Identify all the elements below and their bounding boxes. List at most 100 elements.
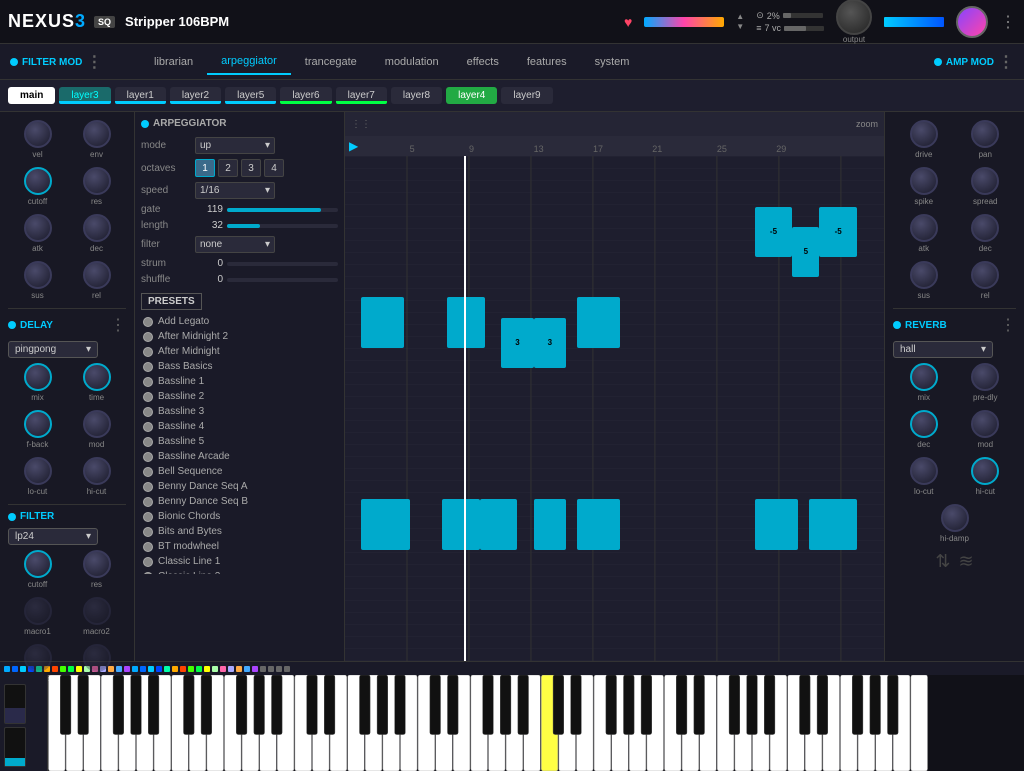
note-block-5[interactable] bbox=[577, 297, 620, 348]
layer-tab-layer1[interactable]: layer1 bbox=[115, 87, 166, 104]
piano-roll-grid[interactable]: 3 3 -5 5 -5 bbox=[345, 156, 884, 661]
note-block-1[interactable] bbox=[361, 297, 404, 348]
preset-item[interactable]: After Midnight 2 bbox=[141, 329, 338, 344]
reverb-predly-knob[interactable] bbox=[971, 363, 999, 391]
arp-gate-slider[interactable] bbox=[227, 208, 338, 212]
pitch-bend-control[interactable] bbox=[4, 684, 26, 724]
reverb-locut-knob[interactable] bbox=[910, 457, 938, 485]
amp-dec-knob[interactable] bbox=[971, 214, 999, 242]
note-block-4[interactable]: 3 bbox=[534, 318, 566, 369]
filter-mod-dots-icon[interactable]: ⋮ bbox=[86, 52, 102, 72]
oct-btn-1[interactable]: 1 bbox=[195, 159, 215, 177]
amp-rel-knob[interactable] bbox=[971, 261, 999, 289]
arp-mode-select[interactable]: up ▾ bbox=[195, 137, 275, 154]
oct-btn-3[interactable]: 3 bbox=[241, 159, 261, 177]
note-block-bot-5[interactable] bbox=[577, 499, 620, 550]
note-block-bot-6[interactable] bbox=[755, 499, 798, 550]
note-block-bot-4[interactable] bbox=[534, 499, 566, 550]
layer-tab-layer3[interactable]: layer3 bbox=[59, 87, 110, 104]
preset-item[interactable]: Bassline 5 bbox=[141, 434, 338, 449]
preset-item[interactable]: Bassline 2 bbox=[141, 389, 338, 404]
layer-tab-layer8[interactable]: layer8 bbox=[391, 87, 442, 104]
layer-tab-layer6[interactable]: layer6 bbox=[280, 87, 331, 104]
preset-item[interactable]: Benny Dance Seq B bbox=[141, 494, 338, 509]
delay-mode-select[interactable]: pingpong ▾ bbox=[8, 341, 98, 358]
user-avatar[interactable] bbox=[956, 6, 988, 38]
preset-item[interactable]: Classic Line 1 bbox=[141, 554, 338, 569]
note-block-bot-2[interactable] bbox=[442, 499, 480, 550]
filter-mod-power-icon[interactable] bbox=[10, 58, 18, 66]
note-block-bot-3[interactable] bbox=[480, 499, 518, 550]
play-arrow-icon[interactable]: ▶ bbox=[349, 139, 358, 153]
arrows-icon[interactable]: ▲▼ bbox=[736, 12, 744, 31]
oct-btn-2[interactable]: 2 bbox=[218, 159, 238, 177]
note-block-3[interactable]: 3 bbox=[501, 318, 533, 369]
note-block-bot-7[interactable] bbox=[809, 499, 858, 550]
filter-res-knob[interactable] bbox=[83, 550, 111, 578]
piano-svg[interactable] bbox=[48, 675, 1024, 771]
preset-item[interactable]: Add Legato bbox=[141, 314, 338, 329]
layer-tab-layer4[interactable]: layer4 bbox=[446, 87, 497, 104]
amp-mod-power-icon[interactable] bbox=[934, 58, 942, 66]
preset-item[interactable]: Bassline 3 bbox=[141, 404, 338, 419]
macro2-knob[interactable] bbox=[83, 597, 111, 625]
preset-item[interactable]: Bassline 1 bbox=[141, 374, 338, 389]
preset-item[interactable]: Bassline 4 bbox=[141, 419, 338, 434]
note-block-bot-1[interactable] bbox=[361, 499, 410, 550]
preset-item[interactable]: After Midnight bbox=[141, 344, 338, 359]
preset-item[interactable]: Bass Basics bbox=[141, 359, 338, 374]
delay-locut-knob[interactable] bbox=[24, 457, 52, 485]
filter-mod-cutoff-knob[interactable] bbox=[24, 167, 52, 195]
preset-item[interactable]: Bionic Chords bbox=[141, 509, 338, 524]
delay-mod-knob[interactable] bbox=[83, 410, 111, 438]
delay-mix-knob[interactable] bbox=[24, 363, 52, 391]
note-block-2[interactable] bbox=[447, 297, 485, 348]
filter-mod-env-knob[interactable] bbox=[83, 120, 111, 148]
filter-mod-vel-knob[interactable] bbox=[24, 120, 52, 148]
filter-mode-select[interactable]: lp24 ▾ bbox=[8, 528, 98, 545]
mod-wheel-control[interactable] bbox=[4, 727, 26, 767]
filter-cutoff-knob[interactable] bbox=[24, 550, 52, 578]
arp-length-slider[interactable] bbox=[227, 224, 338, 228]
arp-speed-select[interactable]: 1/16 ▾ bbox=[195, 182, 275, 199]
filter-mod-dec-knob[interactable] bbox=[83, 214, 111, 242]
menu-dots-icon[interactable]: ⋮ bbox=[1000, 12, 1016, 32]
delay-fback-knob[interactable] bbox=[24, 410, 52, 438]
arp-power-icon[interactable] bbox=[141, 120, 149, 128]
arp-strum-slider[interactable] bbox=[227, 262, 338, 266]
preset-item[interactable]: Bassline Arcade bbox=[141, 449, 338, 464]
waveform-icon[interactable]: ≋ bbox=[959, 551, 974, 572]
filter-mod-atk-knob[interactable] bbox=[24, 214, 52, 242]
amp-mod-dots-icon[interactable]: ⋮ bbox=[998, 52, 1014, 72]
reverb-dec-knob[interactable] bbox=[910, 410, 938, 438]
amp-spread-knob[interactable] bbox=[971, 167, 999, 195]
reverb-mod-knob[interactable] bbox=[971, 410, 999, 438]
note-block-pos5[interactable]: 5 bbox=[792, 227, 819, 278]
shuffle-icon[interactable]: ⇅ bbox=[935, 551, 950, 572]
filter-mod-res-knob[interactable] bbox=[83, 167, 111, 195]
amp-pan-knob[interactable] bbox=[971, 120, 999, 148]
amp-sus-knob[interactable] bbox=[910, 261, 938, 289]
preset-item[interactable]: Bits and Bytes bbox=[141, 524, 338, 539]
amp-drive-knob[interactable] bbox=[910, 120, 938, 148]
preset-item[interactable]: BT modwheel bbox=[141, 539, 338, 554]
layer-tab-layer7[interactable]: layer7 bbox=[336, 87, 387, 104]
tab-arpeggiator[interactable]: arpeggiator bbox=[207, 49, 291, 75]
preset-item[interactable]: Bell Sequence bbox=[141, 464, 338, 479]
layer-tab-layer9[interactable]: layer9 bbox=[501, 87, 552, 104]
layer-tab-main[interactable]: main bbox=[8, 87, 55, 104]
filter-mod-rel-knob[interactable] bbox=[83, 261, 111, 289]
note-block-neg5-2[interactable]: -5 bbox=[819, 207, 857, 258]
macro4-knob[interactable] bbox=[83, 644, 111, 672]
reverb-power-icon[interactable] bbox=[893, 321, 901, 329]
heart-icon[interactable]: ♥ bbox=[624, 14, 632, 30]
reverb-mode-select[interactable]: hall ▾ bbox=[893, 341, 993, 358]
arp-filter-select[interactable]: none ▾ bbox=[195, 236, 275, 253]
preset-item[interactable]: Classic Line 2 bbox=[141, 569, 338, 574]
zoom-button[interactable]: zoom bbox=[856, 119, 878, 129]
reverb-hidamp-knob[interactable] bbox=[941, 504, 969, 532]
output-knob[interactable] bbox=[836, 0, 872, 35]
macro3-knob[interactable] bbox=[24, 644, 52, 672]
tab-librarian[interactable]: librarian bbox=[140, 50, 207, 74]
preset-item[interactable]: Benny Dance Seq A bbox=[141, 479, 338, 494]
